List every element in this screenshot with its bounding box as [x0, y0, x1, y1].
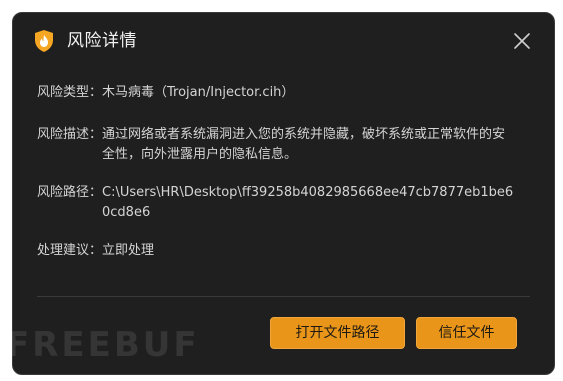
handling-advice-label: 处理建议：	[37, 243, 103, 258]
risk-type-label: 风险类型：	[37, 85, 103, 100]
risk-type-row: 风险类型： 木马病毒（Trojan/Injector.cih）	[37, 83, 517, 103]
footer-divider	[37, 296, 530, 297]
risk-type-value: 木马病毒（Trojan/Injector.cih）	[102, 85, 295, 100]
risk-description-value: 通过网络或者系统漏洞进入您的系统并隐藏，破坏系统或正常软件的安全性，向外泄露用户…	[102, 127, 506, 162]
trust-file-button[interactable]: 信任文件	[416, 317, 517, 349]
risk-description-label: 风险描述：	[37, 127, 103, 142]
risk-path-label: 风险路径：	[37, 185, 103, 200]
dialog-title: 风险详情	[67, 31, 137, 51]
handling-advice-row: 处理建议： 立即处理	[37, 241, 517, 261]
handling-advice-value: 立即处理	[102, 243, 155, 258]
dialog-titlebar: 风险详情	[13, 13, 554, 69]
risk-details-dialog: 风险详情 风险类型： 木马病毒（Trojan/Injector.cih） 风险描…	[12, 12, 555, 375]
open-file-path-button[interactable]: 打开文件路径	[270, 317, 405, 349]
risk-path-value: C:\Users\HR\Desktop\ff39258b4082985668ee…	[102, 185, 514, 220]
freebuf-watermark: FREEBUF	[6, 325, 200, 365]
close-icon[interactable]	[512, 31, 532, 51]
risk-description-row: 风险描述： 通过网络或者系统漏洞进入您的系统并隐藏，破坏系统或正常软件的安全性，…	[37, 125, 517, 165]
shield-flame-icon	[33, 29, 55, 53]
risk-path-row: 风险路径： C:\Users\HR\Desktop\ff39258b408298…	[37, 183, 517, 223]
